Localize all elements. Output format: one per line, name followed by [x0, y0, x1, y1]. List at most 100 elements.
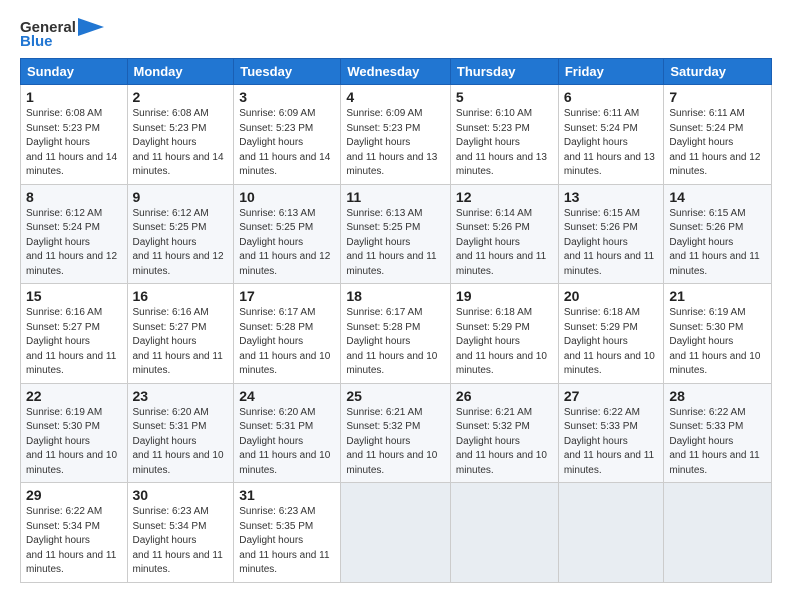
- calendar-cell: 15 Sunrise: 6:16 AMSunset: 5:27 PMDaylig…: [21, 284, 128, 384]
- day-number: 31: [239, 487, 335, 503]
- calendar-week-3: 15 Sunrise: 6:16 AMSunset: 5:27 PMDaylig…: [21, 284, 772, 384]
- day-number: 13: [564, 189, 659, 205]
- calendar-cell: 9 Sunrise: 6:12 AMSunset: 5:25 PMDayligh…: [127, 184, 234, 284]
- day-number: 3: [239, 89, 335, 105]
- calendar-cell: 10 Sunrise: 6:13 AMSunset: 5:25 PMDaylig…: [234, 184, 341, 284]
- calendar-cell: 25 Sunrise: 6:21 AMSunset: 5:32 PMDaylig…: [341, 383, 451, 483]
- calendar-cell: 27 Sunrise: 6:22 AMSunset: 5:33 PMDaylig…: [558, 383, 664, 483]
- day-info: Sunrise: 6:19 AMSunset: 5:30 PMDaylight …: [669, 307, 760, 376]
- calendar-cell: 3 Sunrise: 6:09 AMSunset: 5:23 PMDayligh…: [234, 85, 341, 185]
- calendar-cell: 6 Sunrise: 6:11 AMSunset: 5:24 PMDayligh…: [558, 85, 664, 185]
- calendar-cell: 30 Sunrise: 6:23 AMSunset: 5:34 PMDaylig…: [127, 483, 234, 583]
- calendar-cell: 18 Sunrise: 6:17 AMSunset: 5:28 PMDaylig…: [341, 284, 451, 384]
- day-info: Sunrise: 6:17 AMSunset: 5:28 PMDaylight …: [239, 307, 330, 376]
- calendar-cell: 29 Sunrise: 6:22 AMSunset: 5:34 PMDaylig…: [21, 483, 128, 583]
- day-info: Sunrise: 6:21 AMSunset: 5:32 PMDaylight …: [456, 407, 547, 476]
- day-info: Sunrise: 6:09 AMSunset: 5:23 PMDaylight …: [346, 108, 437, 177]
- calendar-week-1: 1 Sunrise: 6:08 AMSunset: 5:23 PMDayligh…: [21, 85, 772, 185]
- day-number: 25: [346, 388, 445, 404]
- calendar-cell: [558, 483, 664, 583]
- day-info: Sunrise: 6:16 AMSunset: 5:27 PMDaylight …: [26, 307, 116, 376]
- logo-blue: Blue: [20, 33, 53, 50]
- col-header-wednesday: Wednesday: [341, 59, 451, 85]
- day-number: 17: [239, 288, 335, 304]
- day-number: 2: [133, 89, 229, 105]
- calendar-cell: 22 Sunrise: 6:19 AMSunset: 5:30 PMDaylig…: [21, 383, 128, 483]
- calendar-cell: 16 Sunrise: 6:16 AMSunset: 5:27 PMDaylig…: [127, 284, 234, 384]
- calendar-page: General Blue SundayMondayTuesdayWednesda…: [0, 0, 792, 593]
- day-info: Sunrise: 6:23 AMSunset: 5:35 PMDaylight …: [239, 506, 329, 575]
- day-number: 21: [669, 288, 766, 304]
- day-number: 4: [346, 89, 445, 105]
- day-info: Sunrise: 6:17 AMSunset: 5:28 PMDaylight …: [346, 307, 437, 376]
- col-header-sunday: Sunday: [21, 59, 128, 85]
- day-number: 7: [669, 89, 766, 105]
- day-number: 20: [564, 288, 659, 304]
- calendar-cell: 28 Sunrise: 6:22 AMSunset: 5:33 PMDaylig…: [664, 383, 772, 483]
- calendar-cell: 12 Sunrise: 6:14 AMSunset: 5:26 PMDaylig…: [450, 184, 558, 284]
- calendar-cell: 26 Sunrise: 6:21 AMSunset: 5:32 PMDaylig…: [450, 383, 558, 483]
- day-number: 14: [669, 189, 766, 205]
- day-info: Sunrise: 6:19 AMSunset: 5:30 PMDaylight …: [26, 407, 117, 476]
- day-number: 9: [133, 189, 229, 205]
- day-info: Sunrise: 6:23 AMSunset: 5:34 PMDaylight …: [133, 506, 223, 575]
- header: General Blue: [20, 18, 772, 50]
- day-info: Sunrise: 6:18 AMSunset: 5:29 PMDaylight …: [564, 307, 655, 376]
- day-number: 22: [26, 388, 122, 404]
- day-number: 26: [456, 388, 553, 404]
- day-info: Sunrise: 6:12 AMSunset: 5:24 PMDaylight …: [26, 208, 117, 277]
- day-number: 27: [564, 388, 659, 404]
- day-info: Sunrise: 6:20 AMSunset: 5:31 PMDaylight …: [239, 407, 330, 476]
- day-info: Sunrise: 6:22 AMSunset: 5:33 PMDaylight …: [564, 407, 654, 476]
- day-info: Sunrise: 6:11 AMSunset: 5:24 PMDaylight …: [564, 108, 655, 177]
- day-number: 16: [133, 288, 229, 304]
- calendar-cell: [664, 483, 772, 583]
- calendar-cell: 7 Sunrise: 6:11 AMSunset: 5:24 PMDayligh…: [664, 85, 772, 185]
- day-info: Sunrise: 6:13 AMSunset: 5:25 PMDaylight …: [346, 208, 436, 277]
- day-info: Sunrise: 6:08 AMSunset: 5:23 PMDaylight …: [133, 108, 224, 177]
- calendar-cell: 13 Sunrise: 6:15 AMSunset: 5:26 PMDaylig…: [558, 184, 664, 284]
- day-info: Sunrise: 6:22 AMSunset: 5:33 PMDaylight …: [669, 407, 759, 476]
- calendar-cell: 23 Sunrise: 6:20 AMSunset: 5:31 PMDaylig…: [127, 383, 234, 483]
- calendar-cell: 14 Sunrise: 6:15 AMSunset: 5:26 PMDaylig…: [664, 184, 772, 284]
- day-info: Sunrise: 6:22 AMSunset: 5:34 PMDaylight …: [26, 506, 116, 575]
- day-number: 19: [456, 288, 553, 304]
- logo-icon: [78, 18, 104, 36]
- header-row: SundayMondayTuesdayWednesdayThursdayFrid…: [21, 59, 772, 85]
- col-header-friday: Friday: [558, 59, 664, 85]
- day-number: 15: [26, 288, 122, 304]
- day-info: Sunrise: 6:09 AMSunset: 5:23 PMDaylight …: [239, 108, 330, 177]
- day-info: Sunrise: 6:13 AMSunset: 5:25 PMDaylight …: [239, 208, 330, 277]
- calendar-cell: 1 Sunrise: 6:08 AMSunset: 5:23 PMDayligh…: [21, 85, 128, 185]
- day-number: 30: [133, 487, 229, 503]
- day-number: 6: [564, 89, 659, 105]
- calendar-cell: [450, 483, 558, 583]
- calendar-cell: 24 Sunrise: 6:20 AMSunset: 5:31 PMDaylig…: [234, 383, 341, 483]
- calendar-cell: 5 Sunrise: 6:10 AMSunset: 5:23 PMDayligh…: [450, 85, 558, 185]
- day-info: Sunrise: 6:21 AMSunset: 5:32 PMDaylight …: [346, 407, 437, 476]
- calendar-week-2: 8 Sunrise: 6:12 AMSunset: 5:24 PMDayligh…: [21, 184, 772, 284]
- calendar-cell: [341, 483, 451, 583]
- day-number: 23: [133, 388, 229, 404]
- col-header-tuesday: Tuesday: [234, 59, 341, 85]
- calendar-cell: 19 Sunrise: 6:18 AMSunset: 5:29 PMDaylig…: [450, 284, 558, 384]
- calendar-week-4: 22 Sunrise: 6:19 AMSunset: 5:30 PMDaylig…: [21, 383, 772, 483]
- calendar-cell: 17 Sunrise: 6:17 AMSunset: 5:28 PMDaylig…: [234, 284, 341, 384]
- calendar-cell: 11 Sunrise: 6:13 AMSunset: 5:25 PMDaylig…: [341, 184, 451, 284]
- day-number: 5: [456, 89, 553, 105]
- col-header-thursday: Thursday: [450, 59, 558, 85]
- calendar-cell: 8 Sunrise: 6:12 AMSunset: 5:24 PMDayligh…: [21, 184, 128, 284]
- day-number: 11: [346, 189, 445, 205]
- calendar-cell: 21 Sunrise: 6:19 AMSunset: 5:30 PMDaylig…: [664, 284, 772, 384]
- day-number: 10: [239, 189, 335, 205]
- col-header-saturday: Saturday: [664, 59, 772, 85]
- col-header-monday: Monday: [127, 59, 234, 85]
- logo: General Blue: [20, 18, 104, 50]
- calendar-table: SundayMondayTuesdayWednesdayThursdayFrid…: [20, 58, 772, 583]
- day-info: Sunrise: 6:11 AMSunset: 5:24 PMDaylight …: [669, 108, 760, 177]
- day-info: Sunrise: 6:20 AMSunset: 5:31 PMDaylight …: [133, 407, 224, 476]
- day-info: Sunrise: 6:18 AMSunset: 5:29 PMDaylight …: [456, 307, 547, 376]
- calendar-cell: 4 Sunrise: 6:09 AMSunset: 5:23 PMDayligh…: [341, 85, 451, 185]
- day-info: Sunrise: 6:15 AMSunset: 5:26 PMDaylight …: [564, 208, 654, 277]
- calendar-week-5: 29 Sunrise: 6:22 AMSunset: 5:34 PMDaylig…: [21, 483, 772, 583]
